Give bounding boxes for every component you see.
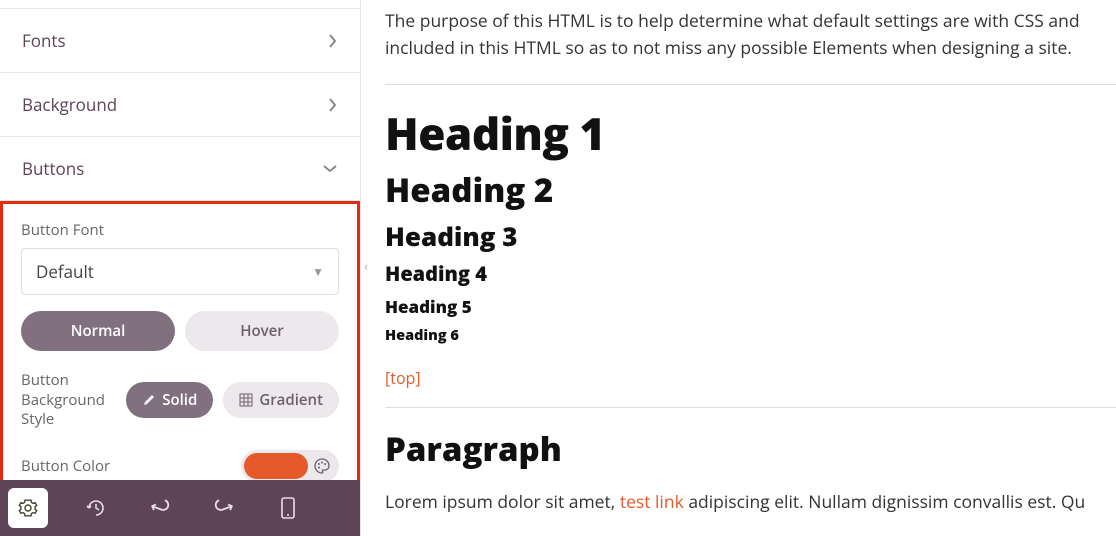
section-fonts-label: Fonts [22, 29, 66, 52]
bg-style-gradient-label: Gradient [259, 390, 323, 410]
heading-4: Heading 4 [385, 260, 1116, 287]
undo-button[interactable] [140, 488, 180, 528]
preview-pane: The purpose of this HTML is to help dete… [361, 0, 1116, 536]
palette-icon[interactable] [308, 458, 336, 474]
paragraph-body: Lorem ipsum dolor sit amet, test link ad… [385, 489, 1116, 516]
paragraph-text-post: adipiscing elit. Nullam dignissim conval… [684, 490, 1085, 514]
section-fonts[interactable]: Fonts [0, 8, 360, 73]
intro-text: The purpose of this HTML is to help dete… [385, 8, 1116, 62]
collapse-sidebar-button[interactable]: ‹ [360, 254, 372, 278]
bg-style-solid[interactable]: Solid [126, 382, 213, 418]
button-font-select[interactable]: Default ▼ [21, 248, 339, 295]
settings-button[interactable] [8, 488, 48, 528]
history-button[interactable] [76, 488, 116, 528]
heading-3: Heading 3 [385, 218, 1116, 254]
divider [385, 407, 1116, 408]
test-link[interactable]: test link [620, 490, 684, 514]
redo-button[interactable] [204, 488, 244, 528]
button-color-control[interactable] [241, 450, 339, 482]
chevron-right-icon [328, 33, 338, 49]
bg-style-gradient[interactable]: Gradient [223, 382, 339, 418]
divider [385, 84, 1116, 85]
bottom-toolbar [0, 480, 360, 536]
section-background-label: Background [22, 93, 117, 116]
heading-2: Heading 2 [385, 167, 1116, 212]
dropdown-caret-icon: ▼ [312, 263, 324, 280]
section-buttons-label: Buttons [22, 157, 84, 180]
state-tab-hover[interactable]: Hover [185, 311, 339, 351]
paragraph-text-pre: Lorem ipsum dolor sit amet, [385, 490, 620, 514]
section-buttons[interactable]: Buttons [0, 137, 360, 201]
state-tab-normal[interactable]: Normal [21, 311, 175, 351]
pencil-icon [142, 393, 156, 407]
grid-icon [239, 393, 253, 407]
button-font-value: Default [36, 260, 94, 283]
section-background[interactable]: Background [0, 73, 360, 137]
mobile-preview-button[interactable] [268, 488, 308, 528]
paragraph-heading: Paragraph [385, 426, 1116, 471]
button-color-label: Button Color [21, 456, 110, 476]
chevron-down-icon [322, 164, 338, 174]
heading-1: Heading 1 [385, 103, 1116, 163]
bg-style-solid-label: Solid [162, 390, 197, 410]
heading-6: Heading 6 [385, 326, 1116, 345]
bg-style-label: Button Background Style [21, 371, 114, 430]
chevron-right-icon [328, 97, 338, 113]
heading-5: Heading 5 [385, 295, 1116, 318]
top-link[interactable]: [top] [385, 367, 421, 389]
button-font-label: Button Font [21, 220, 339, 240]
color-swatch[interactable] [244, 453, 308, 479]
